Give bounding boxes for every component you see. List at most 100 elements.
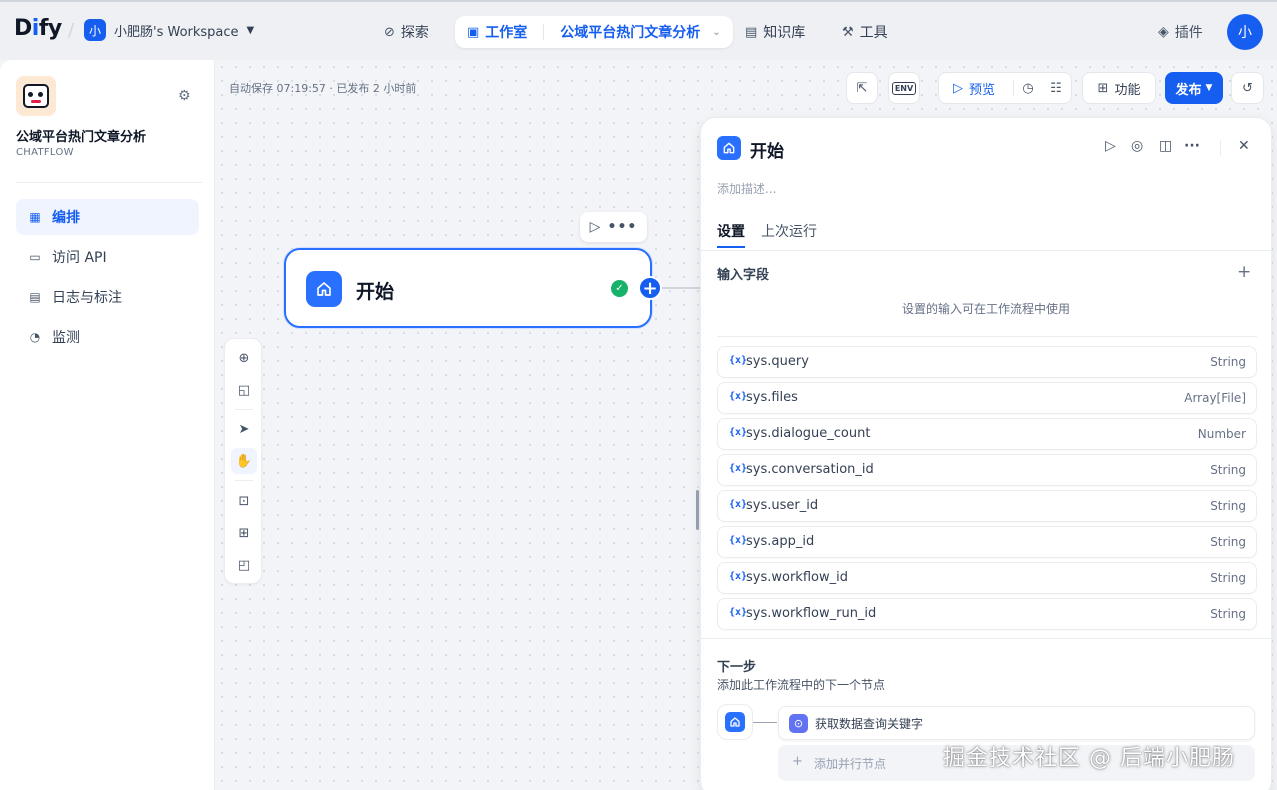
home-icon (725, 712, 745, 732)
add-node-icon[interactable]: ⊕ (231, 345, 257, 371)
dify-logo[interactable]: Dify (14, 16, 62, 41)
more-icon[interactable]: ••• (608, 219, 638, 235)
workspace-avatar: 小 (84, 19, 106, 41)
book-icon: ▤ (745, 24, 758, 40)
node-config-panel: 开始 ▷ ◎ ◫ ··· ✕ 添加描述... 设置 上次运行 输入字段 + 设置… (700, 117, 1272, 790)
publish-button[interactable]: 发布 ▼ (1165, 72, 1223, 104)
more-icon[interactable]: ··· (1184, 138, 1200, 154)
sidebar-item-api[interactable]: ▭ 访问 API (16, 239, 199, 275)
variable-row[interactable]: {x} sys.conversation_id String (717, 454, 1257, 486)
variable-name: sys.workflow_run_id (746, 606, 877, 621)
nav-plugins[interactable]: ◈ 插件 (1158, 22, 1203, 42)
variable-type: String (1210, 571, 1246, 585)
variable-type: Array[File] (1184, 391, 1246, 405)
input-fields-title: 输入字段 (717, 268, 770, 283)
check-icon: ✓ (611, 280, 628, 297)
variable-name: sys.files (746, 390, 798, 405)
tab-last-run[interactable]: 上次运行 (761, 221, 817, 241)
palette-divider (235, 409, 253, 410)
file-list-icon: ▤ (29, 290, 41, 304)
add-note-icon[interactable]: ◱ (231, 377, 257, 403)
organize-blocks-icon[interactable]: ⊞ (231, 520, 257, 546)
nav-explore[interactable]: ⊘ 探索 (372, 16, 441, 48)
variable-icon: {x} (729, 391, 748, 402)
compass-icon: ⊘ (384, 24, 395, 40)
home-icon (306, 271, 342, 307)
variable-row[interactable]: {x} sys.query String (717, 346, 1257, 378)
export-image-icon[interactable]: ⊡ (231, 488, 257, 514)
preview-toolbar-group: ▷ 预览 ◷ ☷ (938, 72, 1072, 104)
history-icon: ↺ (1242, 80, 1253, 96)
app-type: CHATFLOW (16, 147, 74, 158)
user-avatar[interactable]: 小 (1227, 14, 1263, 50)
minimap-icon[interactable]: ◰ (231, 552, 257, 578)
tab-settings[interactable]: 设置 (717, 221, 745, 241)
panel-resize-handle[interactable] (696, 490, 699, 530)
help-icon[interactable]: ◎ (1131, 138, 1143, 154)
variable-name: sys.dialogue_count (746, 426, 871, 441)
panel-header-separator (1220, 140, 1221, 156)
close-icon[interactable]: ✕ (1238, 138, 1250, 154)
robot-icon: ▣ (467, 24, 480, 40)
layout-icon: ▦ (29, 210, 41, 224)
next-node-item[interactable]: ⊙ 获取数据查询关键字 (778, 706, 1255, 740)
active-tab-indicator (717, 246, 745, 248)
variable-row[interactable]: {x} sys.workflow_id String (717, 562, 1257, 594)
robot-face-icon (23, 84, 49, 108)
variable-row[interactable]: {x} sys.workflow_run_id String (717, 598, 1257, 630)
chevron-down-icon: ▼ (1205, 83, 1213, 93)
pointer-icon[interactable]: ➤ (231, 416, 257, 442)
cube-icon: ◈ (1158, 24, 1169, 40)
terminal-icon: ▭ (29, 250, 41, 264)
add-next-node-button[interactable]: + (638, 276, 662, 300)
sidebar-item-monitor[interactable]: ◔ 监测 (16, 319, 199, 355)
chevron-down-icon: ▼ (246, 24, 255, 36)
next-step-description: 添加此工作流程中的下一个节点 (717, 678, 886, 692)
section-divider (701, 638, 1271, 639)
current-app-selector[interactable]: 公域平台热门文章分析 (560, 22, 700, 42)
chevron-down-icon: ⌄ (712, 26, 721, 38)
parameter-extractor-icon: ⊙ (789, 714, 808, 733)
home-icon (717, 136, 741, 160)
top-navigation-bar: Dify / 小 小肥肠's Workspace ▼ ⊘ 探索 ▣ 工作室 公域… (0, 0, 1277, 60)
variable-name: sys.workflow_id (746, 570, 848, 585)
start-node-title: 开始 (356, 281, 395, 303)
import-dsl-button[interactable]: ⇱ (846, 72, 878, 104)
next-node-title: 获取数据查询关键字 (815, 717, 924, 731)
run-step-icon[interactable]: ▷ (1105, 138, 1116, 154)
sidebar-item-orchestrate[interactable]: ▦ 编排 (16, 199, 199, 235)
run-history-icon[interactable]: ◷ (1014, 81, 1042, 96)
features-button[interactable]: ⊞ 功能 (1082, 72, 1156, 104)
variable-row[interactable]: {x} sys.dialogue_count Number (717, 418, 1257, 450)
nav-studio[interactable]: ▣ 工作室 公域平台热门文章分析 ⌄ (455, 16, 733, 48)
variable-type: String (1210, 607, 1246, 621)
split-view-icon[interactable]: ◫ (1159, 138, 1172, 154)
variable-row[interactable]: {x} sys.app_id String (717, 526, 1257, 558)
watermark-text: 掘金技术社区 @ 后端小肥肠 (943, 746, 1235, 771)
settings-sliders-icon[interactable]: ⚙ (178, 88, 191, 104)
panel-title: 开始 (750, 142, 784, 162)
run-node-icon[interactable]: ▷ (590, 219, 601, 235)
sidebar-item-logs[interactable]: ▤ 日志与标注 (16, 279, 199, 315)
preview-button[interactable]: ▷ 预览 (939, 79, 1013, 98)
variable-name: sys.query (746, 354, 809, 369)
variable-icon: {x} (729, 355, 748, 366)
env-variables-button[interactable]: ENV (888, 72, 920, 104)
variable-icon: {x} (729, 535, 748, 546)
variable-row[interactable]: {x} sys.files Array[File] (717, 382, 1257, 414)
next-step-title: 下一步 (717, 660, 757, 675)
nav-knowledge[interactable]: ▤ 知识库 (733, 16, 817, 48)
variable-name: sys.user_id (746, 498, 819, 513)
description-input[interactable]: 添加描述... (717, 180, 776, 197)
checklist-icon[interactable]: ☷ (1042, 81, 1070, 96)
workspace-switcher[interactable]: 小 小肥肠's Workspace ▼ (84, 19, 254, 41)
next-step-source-node (717, 704, 753, 740)
variable-row[interactable]: {x} sys.user_id String (717, 490, 1257, 522)
nav-tools[interactable]: ⚒ 工具 (830, 16, 900, 48)
start-node[interactable]: 开始 ✓ (284, 248, 652, 328)
version-history-button[interactable]: ↺ (1231, 72, 1264, 104)
nav-studio-label: 工作室 (485, 25, 528, 41)
add-input-field-button[interactable]: + (1237, 262, 1251, 282)
hand-icon[interactable]: ✋ (231, 448, 257, 474)
apps-icon: ⊞ (1097, 80, 1109, 96)
